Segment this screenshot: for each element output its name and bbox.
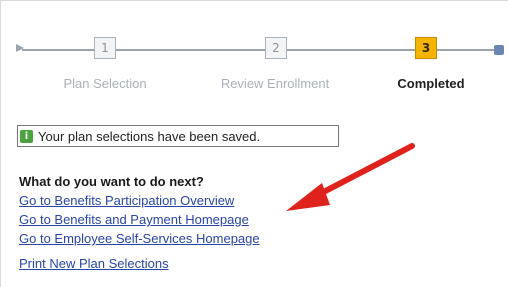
info-icon: i	[20, 129, 33, 143]
step-1-label: Plan Selection	[63, 76, 147, 91]
step-2-label: Review Enrollment	[220, 76, 330, 91]
step-1-badge: 1	[94, 37, 116, 59]
print-plan-selections-link[interactable]: Print New Plan Selections	[19, 254, 260, 273]
left-border	[0, 0, 1, 287]
step-3-label: Completed	[397, 76, 465, 91]
step-2-badge: 2	[265, 37, 287, 59]
annotation-arrow-icon	[286, 143, 415, 211]
confirmation-text: Your plan selections have been saved.	[38, 128, 261, 144]
benefits-participation-overview-link[interactable]: Go to Benefits Participation Overview	[19, 191, 260, 210]
top-border	[0, 0, 508, 1]
benefits-payment-homepage-link[interactable]: Go to Benefits and Payment Homepage	[19, 210, 260, 229]
step-3-badge: 3	[415, 37, 437, 59]
next-steps-heading: What do you want to do next?	[19, 174, 204, 189]
employee-self-services-homepage-link[interactable]: Go to Employee Self-Services Homepage	[19, 229, 260, 248]
track-end-icon	[494, 45, 504, 55]
next-steps-links: Go to Benefits Participation Overview Go…	[19, 191, 260, 273]
